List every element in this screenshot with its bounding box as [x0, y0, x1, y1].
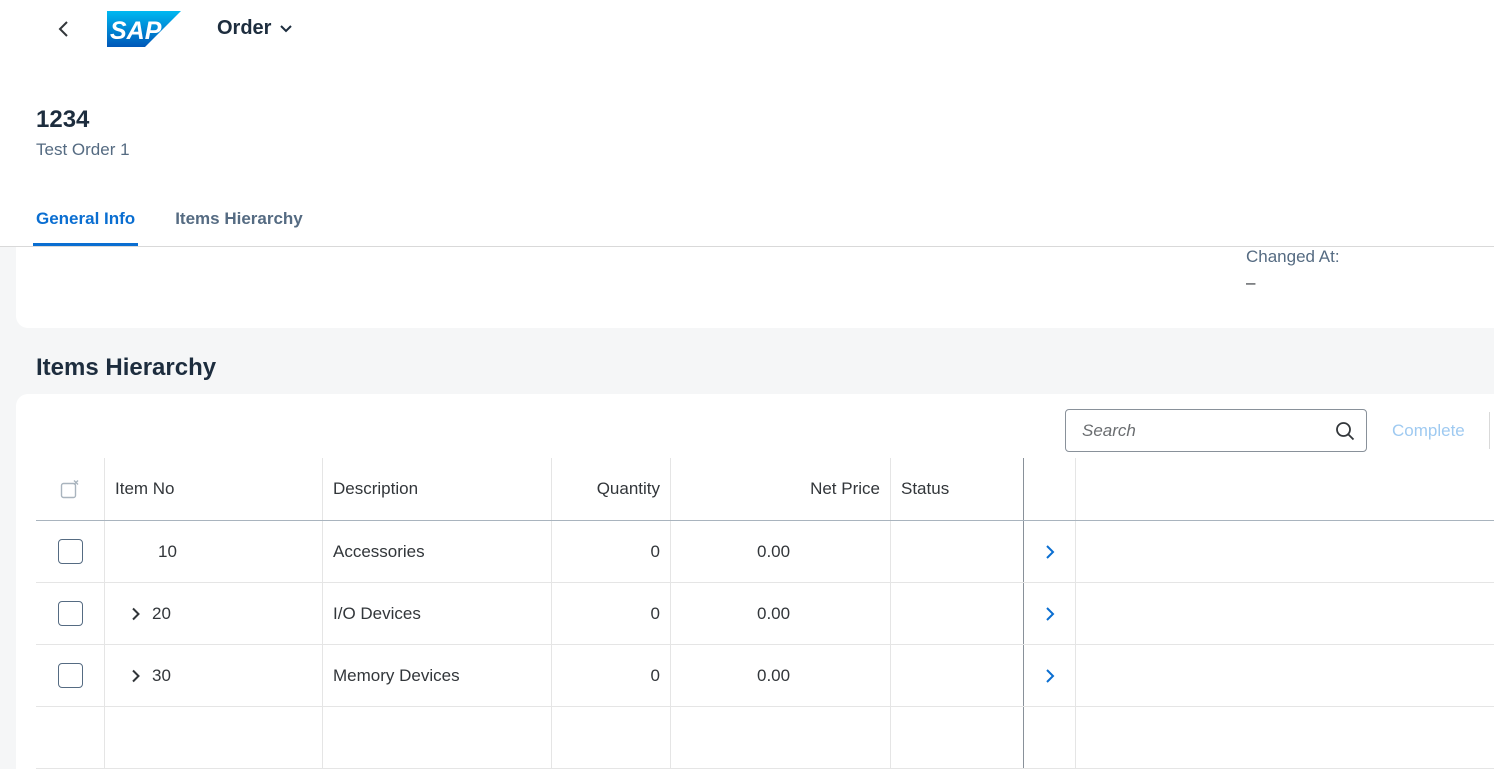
- column-header-quantity[interactable]: Quantity: [552, 458, 671, 520]
- items-table-card: Complete Item No Description Quantity Ne…: [16, 394, 1494, 769]
- row-checkbox[interactable]: [57, 663, 83, 688]
- item-no: 10: [158, 541, 177, 561]
- description-cell: Memory Devices: [323, 645, 552, 706]
- changed-at-label: Changed At:: [1246, 247, 1340, 266]
- chevron-left-icon: [58, 21, 68, 37]
- back-button[interactable]: [50, 14, 78, 44]
- empty-cell: [36, 707, 105, 768]
- row-checkbox[interactable]: [57, 539, 83, 564]
- net-price-cell: 0.00: [671, 645, 891, 706]
- status-cell: [891, 521, 1024, 582]
- chevron-right-icon[interactable]: [129, 669, 143, 683]
- table-row[interactable]: 30 Memory Devices 0 0.00: [36, 645, 1494, 707]
- empty-row: [36, 707, 1494, 769]
- item-no-cell: 20: [105, 583, 323, 644]
- net-price-cell: 0.00: [671, 521, 891, 582]
- tab-bar: General Info Items Hierarchy: [33, 200, 340, 246]
- quantity-cell: 0: [552, 583, 671, 644]
- row-select-cell: [36, 645, 105, 706]
- quantity-cell: 0: [552, 521, 671, 582]
- sap-logo: SAP: [107, 11, 181, 47]
- object-title: 1234: [36, 106, 90, 133]
- changed-at-value: –: [1246, 273, 1256, 292]
- nav-cell: [1024, 583, 1076, 644]
- clear-selection-icon[interactable]: [60, 479, 80, 499]
- empty-cell: [323, 707, 552, 768]
- nav-cell: [1024, 645, 1076, 706]
- item-no: 30: [152, 665, 171, 685]
- navigation-arrow-icon[interactable]: [1045, 606, 1055, 622]
- empty-cell: [891, 707, 1024, 768]
- status-cell: [891, 583, 1024, 644]
- column-header-description[interactable]: Description: [323, 458, 552, 520]
- status-cell: [891, 645, 1024, 706]
- navigation-arrow-icon[interactable]: [1045, 544, 1055, 560]
- table-row[interactable]: 10 Accessories 0 0.00: [36, 521, 1494, 583]
- tab-items-hierarchy[interactable]: Items Hierarchy: [172, 200, 306, 246]
- complete-button[interactable]: Complete: [1384, 409, 1473, 452]
- section-title: Items Hierarchy: [36, 354, 217, 381]
- chevron-right-icon[interactable]: [129, 607, 143, 621]
- description-cell: I/O Devices: [323, 583, 552, 644]
- empty-cell: [105, 707, 323, 768]
- app-title: Order: [217, 17, 272, 39]
- table-row[interactable]: 20 I/O Devices 0 0.00: [36, 583, 1494, 645]
- item-no-cell: 10: [105, 521, 323, 582]
- column-header-net-price[interactable]: Net Price: [671, 458, 891, 520]
- row-select-cell: [36, 521, 105, 582]
- app-title-menu[interactable]: Order: [217, 17, 293, 40]
- item-no: 20: [152, 603, 171, 623]
- empty-cell: [552, 707, 671, 768]
- tab-general-info[interactable]: General Info: [33, 200, 139, 246]
- search-field[interactable]: [1065, 409, 1367, 452]
- chevron-down-icon: [280, 24, 293, 32]
- search-input[interactable]: [1080, 410, 1334, 451]
- search-icon[interactable]: [1335, 421, 1355, 441]
- nav-cell: [1024, 521, 1076, 582]
- description-cell: Accessories: [323, 521, 552, 582]
- toolbar-separator: [1489, 412, 1490, 449]
- item-no-cell: 30: [105, 645, 323, 706]
- net-price-cell: 0.00: [671, 583, 891, 644]
- logo-text: SAP: [110, 17, 162, 45]
- items-table: Item No Description Quantity Net Price S…: [36, 458, 1494, 769]
- general-info-card: Changed At: –: [16, 247, 1494, 328]
- column-header-item-no[interactable]: Item No: [105, 458, 323, 520]
- empty-cell: [671, 707, 891, 768]
- table-header-row: Item No Description Quantity Net Price S…: [36, 458, 1494, 521]
- quantity-cell: 0: [552, 645, 671, 706]
- column-header-nav: [1024, 458, 1076, 520]
- clear-selection-cell[interactable]: [36, 458, 105, 520]
- empty-cell: [1024, 707, 1076, 768]
- navigation-arrow-icon[interactable]: [1045, 668, 1055, 684]
- column-header-status[interactable]: Status: [891, 458, 1024, 520]
- row-select-cell: [36, 583, 105, 644]
- object-page-header: SAP Order 1234 Test Order 1 General Info…: [0, 0, 1494, 247]
- row-checkbox[interactable]: [57, 601, 83, 626]
- object-subtitle: Test Order 1: [36, 140, 130, 159]
